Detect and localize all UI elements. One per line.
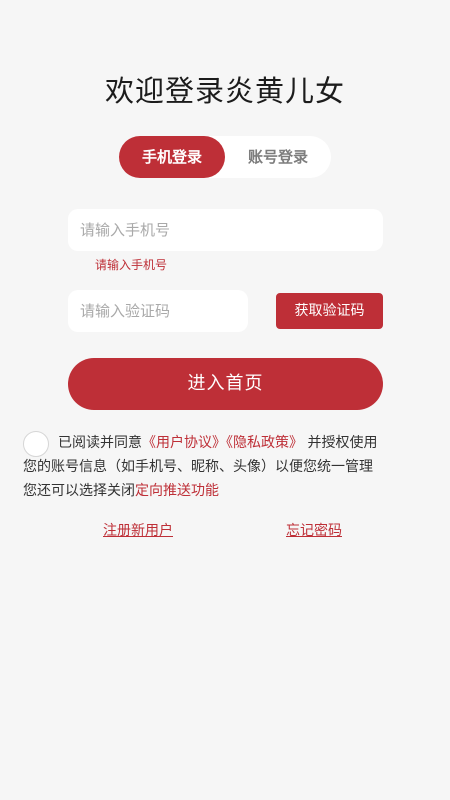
verification-code-input[interactable] [80,290,248,332]
user-agreement-link[interactable]: 《用户协议》 [142,435,226,451]
phone-input[interactable] [80,209,383,251]
agreement-line2: 您的账号信息（如手机号、昵称、头像）以便您统一管理 [23,459,373,475]
register-link[interactable]: 注册新用户 [103,520,173,540]
agreement-pre: 已阅读并同意 [58,435,142,451]
get-code-button[interactable]: 获取验证码 [276,293,383,329]
page-title: 欢迎登录炎黄儿女 [104,74,345,108]
forgot-password-link[interactable]: 忘记密码 [286,520,342,540]
enter-home-button[interactable]: 进入首页 [68,358,383,410]
agreement-post: 并授权使用 [307,435,378,451]
tab-phone-login[interactable]: 手机登录 [119,136,225,178]
login-page: 欢迎登录炎黄儿女 手机登录 账号登录 请输入手机号 获取验证码 进入首页 已阅读… [0,0,450,800]
tab-account-login[interactable]: 账号登录 [225,136,331,178]
phone-error-hint: 请输入手机号 [95,258,168,272]
targeted-push-link[interactable]: 定向推送功能 [135,483,219,499]
privacy-policy-link[interactable]: 《隐私政策》 [226,435,303,451]
agreement-line3: 您还可以选择关闭 [23,483,135,499]
code-field [68,290,248,332]
agreement-text: 已阅读并同意《用户协议》《隐私政策》 并授权使用 您的账号信息（如手机号、昵称、… [23,431,433,503]
phone-field [68,209,383,251]
login-mode-tabs: 手机登录 账号登录 [119,136,331,178]
